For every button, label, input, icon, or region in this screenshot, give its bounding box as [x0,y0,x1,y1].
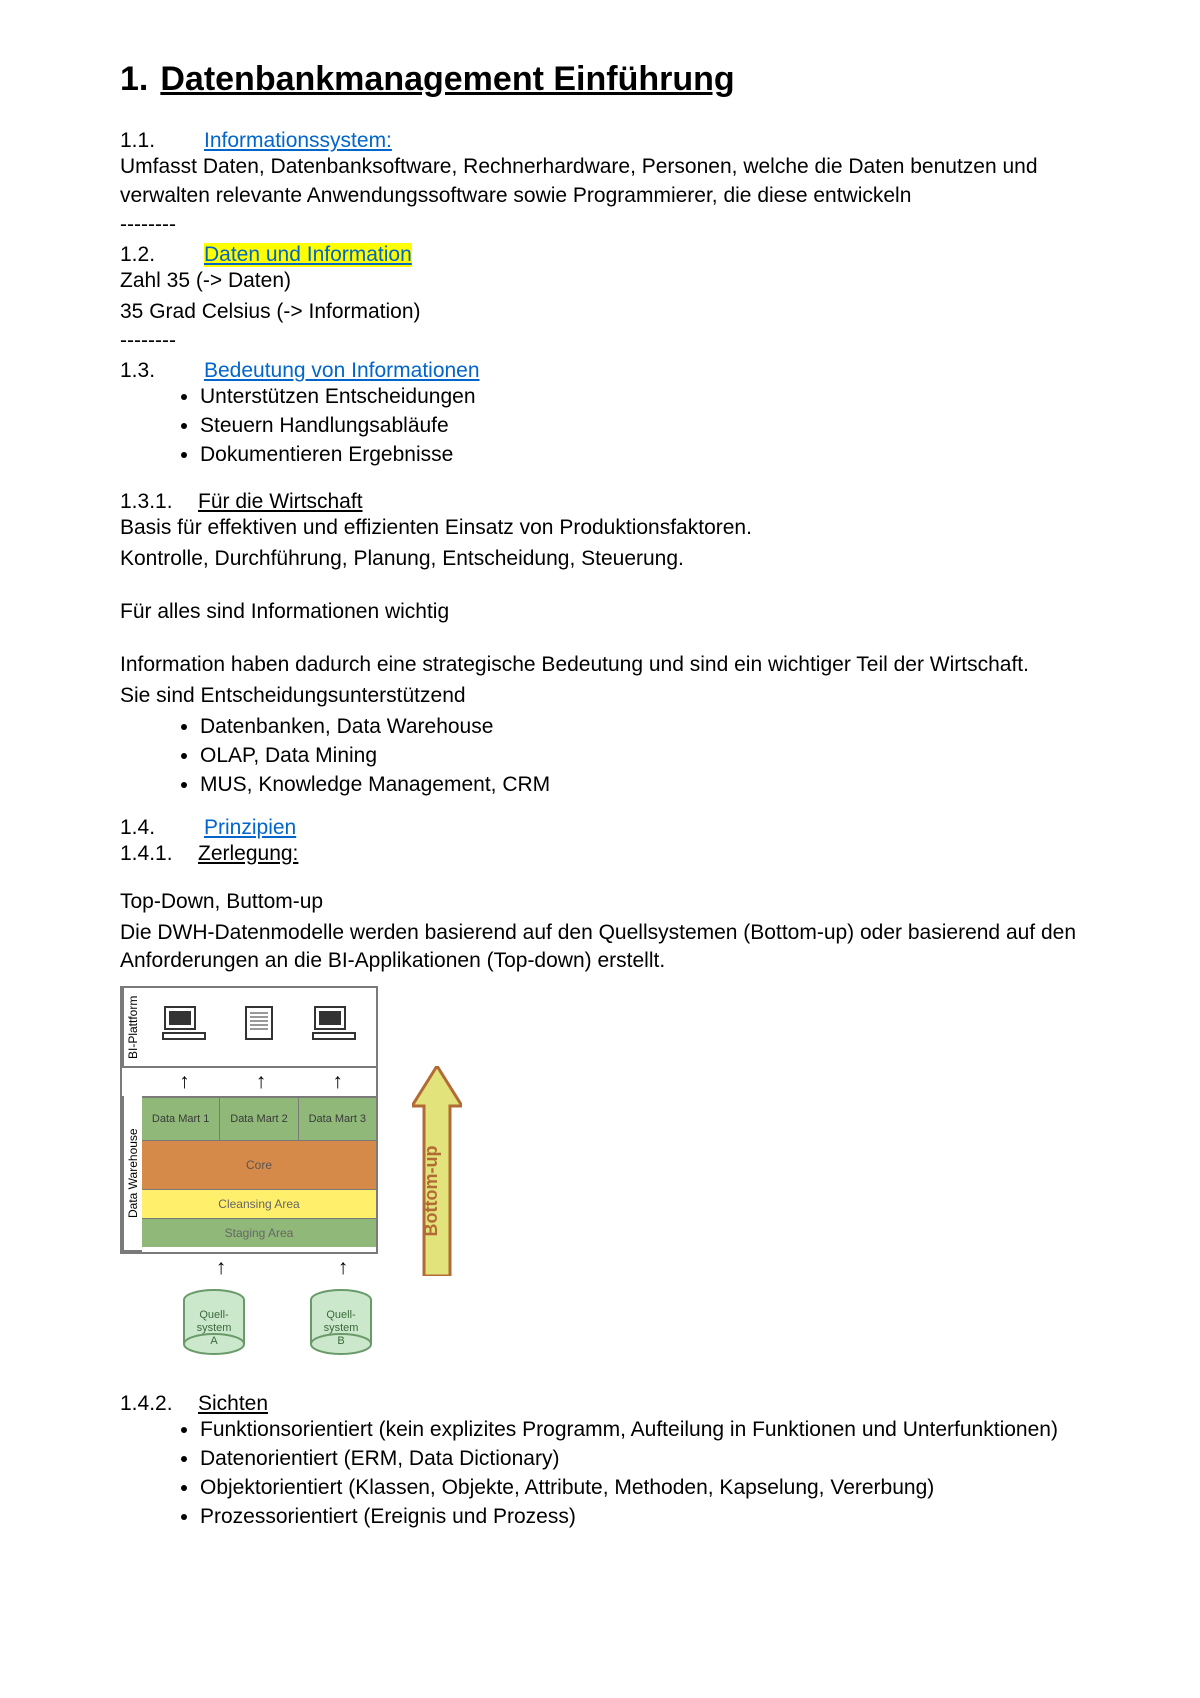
data-mart: Data Mart 3 [299,1098,376,1140]
section-title-link[interactable]: Informationssystem: [204,129,392,153]
subsection-number: 1.4.1. [120,842,188,866]
subsection-1-4-1: 1.4.1. Zerlegung: [120,842,1080,866]
title-number: 1. [120,60,148,99]
subsection-title: Sichten [198,1392,268,1416]
paragraph: Sie sind Entscheidungsunterstützend [120,682,1080,711]
up-arrows-row: ↑ ↑ [120,1254,404,1280]
arrow-up-icon: ↑ [338,1256,349,1280]
list-item: Datenbanken, Data Warehouse [200,713,1080,742]
cleansing-layer: Cleansing Area [142,1189,376,1218]
dwh-diagram: BI-Plattform ↑ ↑ ↑ Data Warehouse Data M… [120,986,1080,1358]
core-layer: Core [142,1140,376,1189]
paragraph: 35 Grad Celsius (-> Information) [120,298,1080,327]
database-icon: Quell- system A [177,1288,251,1358]
svg-text:Quell-: Quell- [199,1309,229,1321]
title-text: Datenbankmanagement Einführung [160,60,734,99]
paragraph: Information haben dadurch eine strategis… [120,651,1080,680]
section-title-link[interactable]: Daten und Information [204,243,412,267]
paragraph: Umfasst Daten, Datenbanksoftware, Rechne… [120,153,1080,211]
data-mart: Data Mart 2 [220,1098,298,1140]
list-item: OLAP, Data Mining [200,742,1080,771]
document-icon [236,1003,282,1043]
subsection-title: Zerlegung: [198,842,298,866]
document-title: 1. Datenbankmanagement Einführung [120,60,1080,99]
paragraph: Basis für effektiven und effizienten Ein… [120,514,1080,543]
vlabel-data-warehouse: Data Warehouse [122,1096,142,1252]
svg-text:Quell-: Quell- [326,1309,356,1321]
section-1-4: 1.4. Prinzipien [120,816,1080,840]
subsection-number: 1.3.1. [120,490,188,514]
list-item: Steuern Handlungsabläufe [200,412,1080,441]
svg-text:B: B [337,1335,344,1347]
separator: -------- [120,213,1080,237]
bottom-up-arrow-icon: Bottom-up [412,1066,462,1276]
svg-text:system: system [196,1322,231,1334]
section-1-1: 1.1. Informationssystem: [120,129,1080,153]
data-mart: Data Mart 1 [142,1098,220,1140]
arrow-up-icon: ↑ [256,1070,267,1094]
svg-text:Bottom-up: Bottom-up [421,1146,441,1237]
staging-layer: Staging Area [142,1218,376,1247]
subsection-title: Für die Wirtschaft [198,490,363,514]
list-item: Dokumentieren Ergebnisse [200,441,1080,470]
section-number: 1.3. [120,359,176,383]
database-icon: Quell- system B [304,1288,378,1358]
list-item: Funktionsorientiert (kein explizites Pro… [200,1416,1080,1445]
bullet-list: Unterstützen Entscheidungen Steuern Hand… [200,383,1080,470]
diagram-box: BI-Plattform ↑ ↑ ↑ Data Warehouse Data M… [120,986,378,1254]
section-number: 1.2. [120,243,176,267]
up-arrows-row: ↑ ↑ ↑ [122,1066,376,1096]
paragraph: Top-Down, Buttom-up [120,888,1080,917]
section-1-3: 1.3. Bedeutung von Informationen [120,359,1080,383]
list-item: Unterstützen Entscheidungen [200,383,1080,412]
computer-icon [161,1003,207,1043]
paragraph: Die DWH-Datenmodelle werden basierend au… [120,919,1080,977]
subsection-1-4-2: 1.4.2. Sichten [120,1392,1080,1416]
subsection-1-3-1: 1.3.1. Für die Wirtschaft [120,490,1080,514]
bi-icons [142,988,376,1058]
arrow-up-icon: ↑ [332,1070,343,1094]
paragraph: Für alles sind Informationen wichtig [120,598,1080,627]
section-number: 1.1. [120,129,176,153]
paragraph: Zahl 35 (-> Daten) [120,267,1080,296]
list-item: Datenorientiert (ERM, Data Dictionary) [200,1445,1080,1474]
section-title-link[interactable]: Bedeutung von Informationen [204,359,480,383]
computer-icon [311,1003,357,1043]
arrow-up-icon: ↑ [179,1070,190,1094]
bullet-list: Funktionsorientiert (kein explizites Pro… [200,1416,1080,1532]
bullet-list: Datenbanken, Data Warehouse OLAP, Data M… [200,713,1080,800]
list-item: Objektorientiert (Klassen, Objekte, Attr… [200,1474,1080,1503]
list-item: MUS, Knowledge Management, CRM [200,771,1080,800]
section-number: 1.4. [120,816,176,840]
paragraph: Kontrolle, Durchführung, Planung, Entsch… [120,545,1080,574]
subsection-number: 1.4.2. [120,1392,188,1416]
section-1-2: 1.2. Daten und Information [120,243,1080,267]
list-item: Prozessorientiert (Ereignis und Prozess) [200,1503,1080,1532]
arrow-up-icon: ↑ [216,1256,227,1280]
diagram-left: BI-Plattform ↑ ↑ ↑ Data Warehouse Data M… [120,986,404,1358]
section-title-link[interactable]: Prinzipien [204,816,296,840]
separator: -------- [120,329,1080,353]
svg-text:system: system [323,1322,358,1334]
vlabel-bi-plattform: BI-Plattform [122,988,142,1066]
svg-text:A: A [210,1335,218,1347]
source-systems: Quell- system A Quell- system B [120,1288,404,1358]
